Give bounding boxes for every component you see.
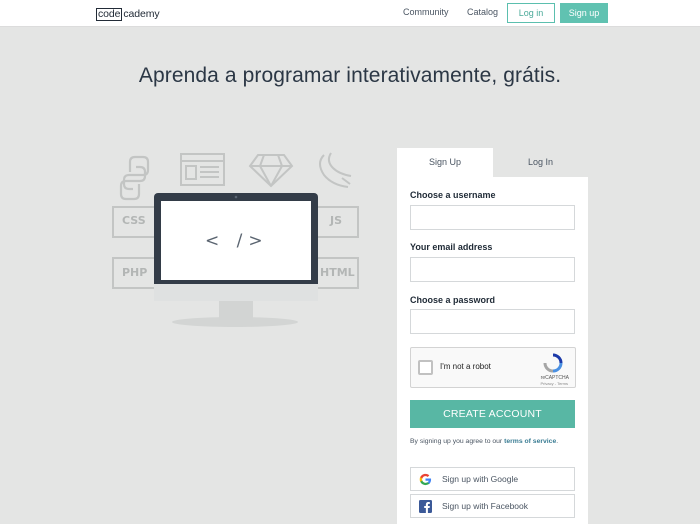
google-icon — [419, 473, 432, 486]
recaptcha-icon — [543, 353, 563, 373]
terms-of-service-link[interactable]: terms of service — [504, 438, 556, 445]
recaptcha-legal[interactable]: Privacy - Terms — [541, 381, 568, 386]
browser-window-icon — [180, 153, 225, 186]
recaptcha-widget: I'm not a robot reCAPTCHA Privacy - Term… — [410, 347, 576, 388]
recaptcha-label: I'm not a robot — [440, 362, 491, 371]
terms-text: By signing up you agree to our terms of … — [410, 438, 558, 445]
html-label: HTML — [320, 266, 355, 279]
password-input[interactable] — [410, 309, 575, 334]
signup-form: Choose a username Your email address Cho… — [397, 177, 588, 524]
terms-suffix: . — [556, 438, 559, 445]
illustration-art — [112, 152, 359, 327]
terms-prefix: By signing up you agree to our — [410, 438, 505, 445]
facebook-signup-button[interactable]: Sign up with Facebook — [410, 494, 575, 518]
ruby-gem-icon — [248, 154, 294, 188]
monitor-icon — [154, 193, 318, 327]
username-label: Choose a username — [410, 190, 496, 200]
php-label: PHP — [122, 266, 148, 279]
email-input[interactable] — [410, 257, 575, 282]
google-signup-button[interactable]: Sign up with Google — [410, 467, 575, 491]
code-glyph-text: < /> — [205, 231, 269, 251]
signup-panel: Sign Up Log In Choose a username Your em… — [397, 148, 588, 524]
phone-icon — [319, 152, 352, 188]
facebook-icon — [419, 500, 432, 513]
email-label: Your email address — [410, 242, 493, 252]
create-account-button[interactable]: CREATE ACCOUNT — [410, 400, 575, 428]
password-label: Choose a password — [410, 295, 496, 305]
username-input[interactable] — [410, 205, 575, 230]
python-icon — [119, 155, 150, 201]
recaptcha-checkbox[interactable] — [418, 360, 433, 375]
google-signup-label: Sign up with Google — [442, 474, 519, 484]
tab-log-in[interactable]: Log In — [493, 148, 588, 177]
css-label: CSS — [122, 214, 146, 227]
facebook-signup-label: Sign up with Facebook — [442, 501, 528, 511]
js-label: JS — [330, 214, 343, 227]
tab-sign-up[interactable]: Sign Up — [397, 148, 493, 177]
